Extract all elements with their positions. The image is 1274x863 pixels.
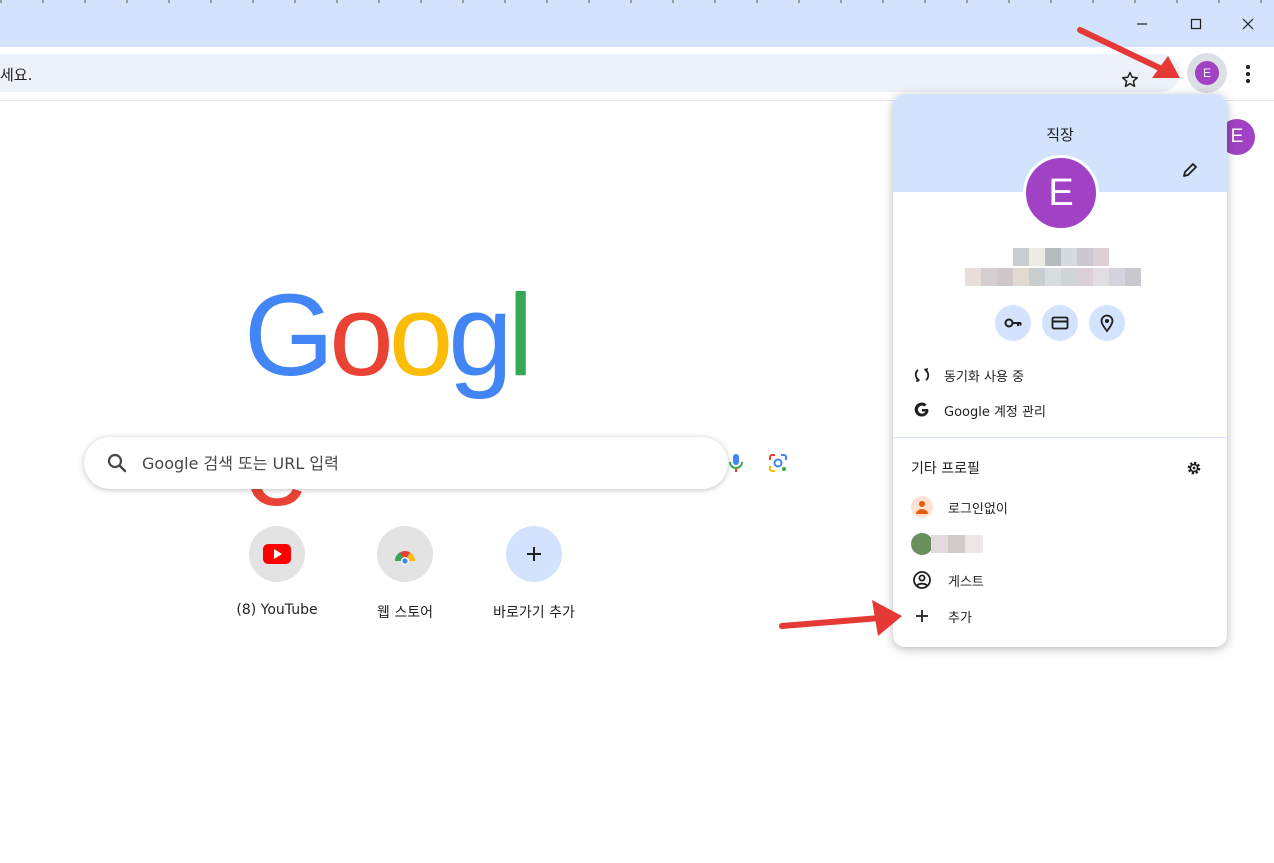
profile-avatar-orange bbox=[911, 496, 933, 518]
google-logo: Google bbox=[244, 270, 566, 530]
redacted-account-email bbox=[965, 268, 1141, 286]
guest-label: 게스트 bbox=[948, 574, 984, 590]
shortcut-icon-circle bbox=[506, 526, 562, 582]
payment-methods-button[interactable] bbox=[1042, 305, 1078, 341]
kebab-dot bbox=[1246, 79, 1250, 83]
browser-window: 세요. E E Google bbox=[0, 0, 1274, 863]
password-key-icon bbox=[1004, 318, 1022, 328]
annotation-arrow-profile-button bbox=[1077, 27, 1180, 78]
kebab-dot bbox=[1246, 65, 1250, 69]
profile-label: 로그인없이 bbox=[948, 501, 1008, 517]
redacted-profile-name bbox=[931, 535, 983, 553]
profile-avatar: E bbox=[1195, 61, 1219, 85]
chrome-web-store-icon bbox=[395, 551, 415, 565]
location-pin-icon bbox=[1100, 314, 1114, 333]
shortcut-label: 바로가기 추가 bbox=[493, 605, 575, 621]
logo-letter: g bbox=[448, 270, 512, 400]
profile-item-no-login[interactable]: 로그인없이 bbox=[893, 490, 1227, 524]
logo-letter: G bbox=[244, 270, 334, 400]
edit-pencil-icon[interactable] bbox=[1180, 160, 1200, 180]
youtube-icon bbox=[263, 544, 291, 564]
sync-status-item[interactable]: 동기화 사용 중 bbox=[893, 358, 1227, 392]
plus-icon bbox=[527, 547, 541, 561]
add-profile-item[interactable]: 추가 bbox=[893, 599, 1227, 633]
add-shortcut-button[interactable]: 바로가기 추가 bbox=[478, 526, 590, 626]
close-button[interactable] bbox=[1234, 10, 1262, 38]
sync-label: 동기화 사용 중 bbox=[944, 369, 1025, 385]
redacted-account-name bbox=[1013, 248, 1109, 266]
person-icon bbox=[916, 501, 928, 514]
guest-profile-item[interactable]: 게스트 bbox=[893, 563, 1227, 597]
profile-menu: 직장 E 동기화 사용 중 Google 계정 관리 기타 프로필 로그인없이 … bbox=[893, 94, 1227, 647]
annotation-arrow-add-item bbox=[779, 600, 902, 636]
logo-letter: o bbox=[388, 270, 453, 400]
add-label: 추가 bbox=[948, 610, 972, 626]
maximize-icon bbox=[1190, 18, 1202, 30]
shortcut-web-store[interactable]: 웹 스토어 bbox=[349, 526, 461, 626]
guest-person-icon bbox=[913, 571, 931, 589]
shortcut-label: 웹 스토어 bbox=[377, 605, 433, 621]
quick-actions bbox=[995, 305, 1125, 341]
profile-button[interactable]: E bbox=[1187, 53, 1227, 93]
logo-letter: o bbox=[329, 270, 393, 400]
other-profiles-title: 기타 프로필 bbox=[911, 461, 980, 477]
gear-icon[interactable] bbox=[1185, 459, 1203, 477]
shortcut-youtube[interactable]: (8) YouTube bbox=[221, 526, 333, 626]
passwords-button[interactable] bbox=[995, 305, 1031, 341]
profile-item-redacted[interactable] bbox=[893, 527, 1227, 561]
kebab-dot bbox=[1246, 72, 1250, 76]
menu-divider bbox=[893, 437, 1227, 438]
manage-google-account-item[interactable]: Google 계정 관리 bbox=[893, 393, 1227, 427]
more-menu-button[interactable] bbox=[1236, 60, 1260, 88]
address-bar[interactable]: 세요. bbox=[0, 54, 1180, 92]
address-bar-text: 세요. bbox=[0, 66, 33, 84]
google-lens-icon[interactable] bbox=[766, 451, 790, 475]
search-input[interactable] bbox=[142, 449, 622, 477]
profile-avatar-green bbox=[911, 533, 933, 555]
shortcut-label: (8) YouTube bbox=[236, 602, 318, 618]
microphone-icon[interactable] bbox=[724, 451, 748, 475]
add-plus-icon bbox=[916, 610, 928, 622]
profile-avatar-large: E bbox=[1023, 155, 1099, 231]
manage-account-label: Google 계정 관리 bbox=[944, 404, 1046, 420]
shortcut-icon-circle bbox=[249, 526, 305, 582]
google-g-icon bbox=[914, 402, 929, 417]
tab-strip-edge bbox=[0, 0, 1274, 3]
search-box bbox=[84, 437, 787, 489]
payment-card-icon bbox=[1051, 316, 1069, 330]
profile-name-title: 직장 bbox=[1046, 126, 1074, 144]
shortcut-icon-circle bbox=[377, 526, 433, 582]
close-icon bbox=[1242, 18, 1254, 30]
addresses-button[interactable] bbox=[1089, 305, 1125, 341]
logo-letter: l bbox=[507, 270, 534, 400]
sync-icon bbox=[914, 368, 930, 382]
search-icon bbox=[107, 453, 127, 473]
